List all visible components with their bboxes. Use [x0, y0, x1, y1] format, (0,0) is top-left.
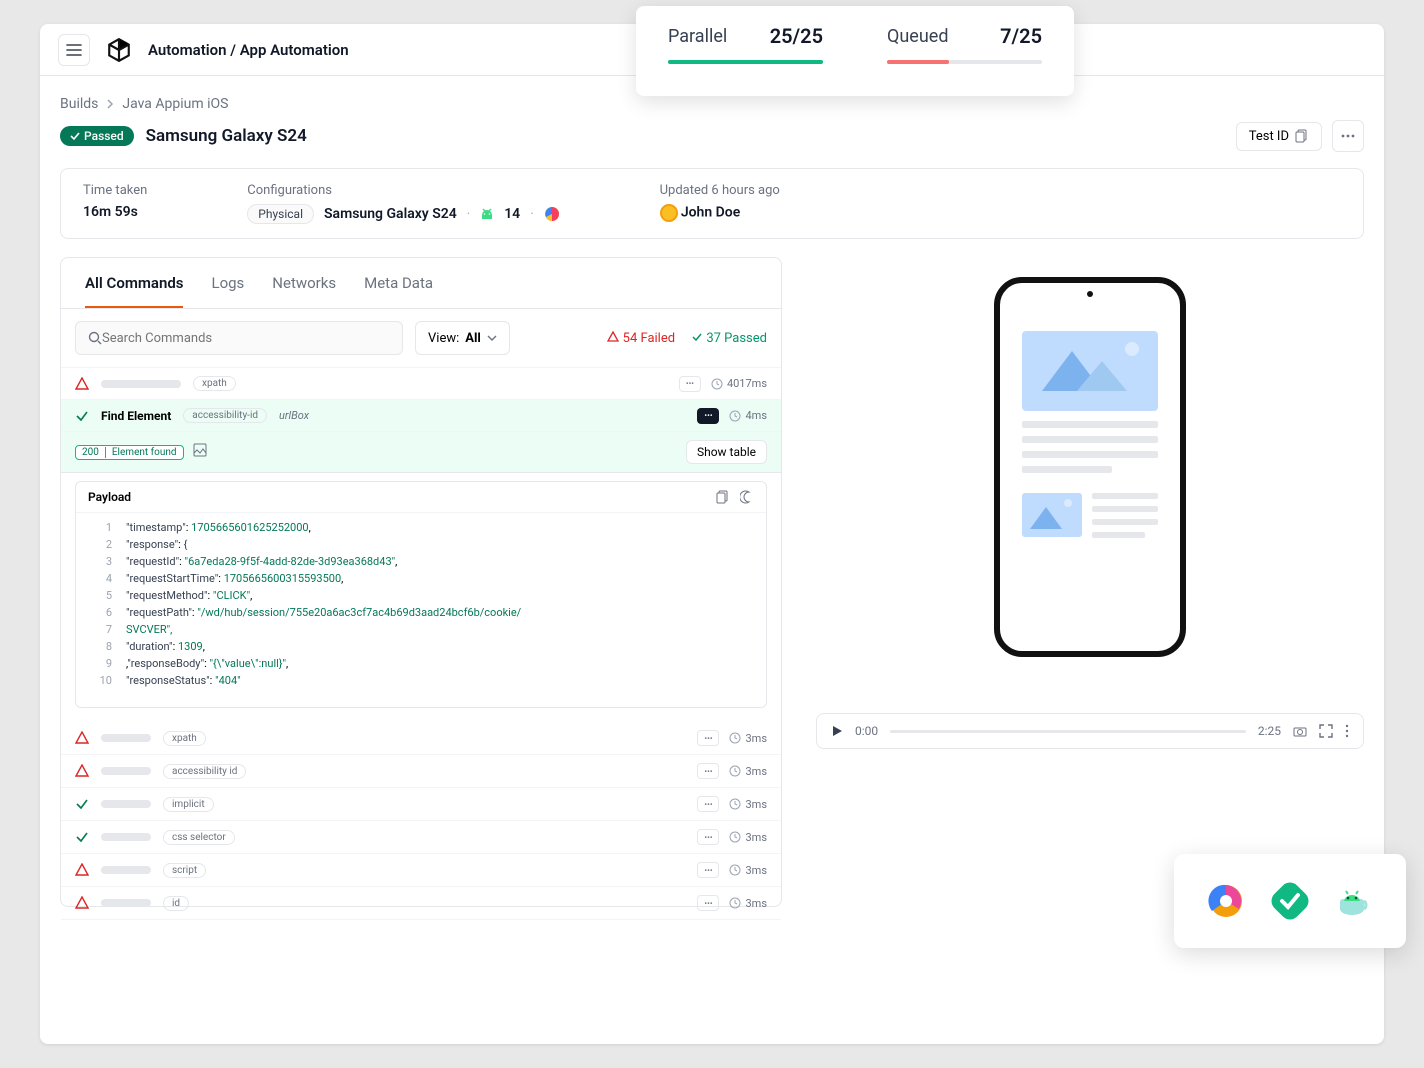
- command-row[interactable]: id•••3ms: [61, 887, 781, 920]
- queued-label: Queued: [887, 26, 948, 47]
- kebab-icon[interactable]: [1345, 724, 1349, 738]
- locator-chip: script: [163, 863, 206, 878]
- fullscreen-icon[interactable]: [1319, 724, 1333, 738]
- espresso-icon: [1334, 881, 1374, 921]
- row-more[interactable]: •••: [697, 408, 719, 424]
- queued-value: 7/25: [1000, 24, 1042, 48]
- chevron-right-icon: [106, 99, 114, 109]
- row-more[interactable]: •••: [697, 829, 719, 845]
- framework-card: [1174, 854, 1406, 948]
- locator-chip: accessibility-id: [183, 408, 267, 423]
- copy-icon[interactable]: [716, 490, 730, 504]
- android-icon: [480, 206, 494, 222]
- status-badge: Passed: [60, 126, 134, 146]
- response-chip: 200Element found: [75, 445, 184, 460]
- builds-link[interactable]: Builds: [60, 96, 98, 112]
- command-expanded: 200Element found Show table: [61, 432, 781, 473]
- xcuitest-icon: [1270, 881, 1310, 921]
- selector-value: urlBox: [279, 409, 309, 422]
- conf-label: Configurations: [247, 183, 559, 198]
- parallel-label: Parallel: [668, 26, 727, 47]
- meta-card: Time taken 16m 59s Configurations Physic…: [60, 168, 1364, 239]
- preview-image: [1022, 331, 1158, 411]
- command-row[interactable]: implicit•••3ms: [61, 788, 781, 821]
- menu-button[interactable]: [58, 34, 90, 66]
- hamburger-icon: [66, 43, 82, 57]
- check-icon: [691, 331, 703, 343]
- ellipsis-icon: [1341, 134, 1355, 138]
- clock-icon: [729, 410, 741, 422]
- tab-meta-data[interactable]: Meta Data: [364, 274, 433, 308]
- alert-icon: [607, 331, 619, 343]
- search-icon: [88, 331, 102, 345]
- appium-icon: [1206, 881, 1246, 921]
- locator-chip: implicit: [163, 797, 214, 812]
- clock-icon: [711, 378, 723, 390]
- camera-icon[interactable]: [1293, 724, 1307, 738]
- locator-chip: css selector: [163, 830, 235, 845]
- row-more[interactable]: •••: [679, 376, 701, 392]
- tab-networks[interactable]: Networks: [272, 274, 336, 308]
- chevron-down-icon: [487, 335, 497, 341]
- search-input[interactable]: [102, 331, 390, 346]
- payload-label: Payload: [88, 490, 131, 504]
- row-more[interactable]: •••: [697, 895, 719, 911]
- image-icon[interactable]: [193, 443, 207, 457]
- physical-chip: Physical: [247, 204, 314, 224]
- locator-chip: accessibility id: [163, 764, 246, 779]
- command-row[interactable]: css selector•••3ms: [61, 821, 781, 854]
- locator-chip: id: [163, 896, 189, 911]
- row-more[interactable]: •••: [697, 730, 719, 746]
- command-row[interactable]: script•••3ms: [61, 854, 781, 887]
- user-name: John Doe: [681, 204, 740, 220]
- project-name: Java Appium iOS: [122, 96, 228, 112]
- session-title: Samsung Galaxy S24: [146, 126, 307, 146]
- view-dropdown[interactable]: View:All: [415, 321, 510, 355]
- row-more[interactable]: •••: [697, 763, 719, 779]
- play-icon[interactable]: [831, 725, 843, 737]
- command-row-selected[interactable]: Find Element accessibility-id urlBox •••…: [61, 400, 781, 432]
- test-id-button[interactable]: Test ID: [1236, 122, 1322, 151]
- breadcrumb: Automation / App Automation: [148, 41, 349, 59]
- parallel-value: 25/25: [770, 24, 823, 48]
- time-label: Time taken: [83, 183, 147, 198]
- logo-icon: [106, 37, 132, 63]
- video-player: 0:00 2:25: [816, 713, 1364, 749]
- current-time: 0:00: [855, 724, 878, 738]
- search-commands[interactable]: [75, 321, 403, 355]
- total-time: 2:25: [1258, 724, 1281, 738]
- row-more[interactable]: •••: [697, 862, 719, 878]
- command-row[interactable]: xpath ••• 4017ms: [61, 368, 781, 400]
- queue-card: Parallel 25/25 Queued 7/25: [636, 6, 1074, 96]
- seek-bar[interactable]: [890, 730, 1246, 733]
- more-actions-button[interactable]: [1332, 120, 1364, 152]
- command-row[interactable]: accessibility id•••3ms: [61, 755, 781, 788]
- updated-label: Updated 6 hours ago: [660, 183, 780, 198]
- time-value: 16m 59s: [83, 204, 147, 220]
- alert-icon: [75, 377, 89, 391]
- tab-all-commands[interactable]: All Commands: [85, 274, 183, 308]
- passed-count: 37 Passed: [691, 331, 767, 346]
- browser-icon: [544, 206, 560, 222]
- sub-breadcrumb: Builds Java Appium iOS: [60, 96, 1364, 112]
- device-name: Samsung Galaxy S24: [324, 206, 457, 222]
- avatar: [660, 204, 678, 222]
- os-version: 14: [504, 206, 520, 222]
- command-row[interactable]: xpath•••3ms: [61, 722, 781, 755]
- payload-panel: Payload 1"timestamp": 170566560162525200…: [75, 481, 767, 708]
- row-more[interactable]: •••: [697, 796, 719, 812]
- tab-logs[interactable]: Logs: [211, 274, 244, 308]
- code-block: 1"timestamp": 1705665601625252000,2 "res…: [76, 513, 766, 707]
- command-name: Find Element: [101, 409, 171, 423]
- locator-chip: xpath: [163, 731, 206, 746]
- check-icon: [75, 409, 89, 423]
- check-icon: [70, 131, 80, 141]
- device-preview: [994, 277, 1186, 657]
- show-table-button[interactable]: Show table: [686, 440, 767, 464]
- failed-count: 54 Failed: [607, 331, 675, 346]
- moon-icon[interactable]: [740, 490, 754, 504]
- copy-icon: [1295, 129, 1309, 143]
- locator-chip: xpath: [193, 376, 236, 391]
